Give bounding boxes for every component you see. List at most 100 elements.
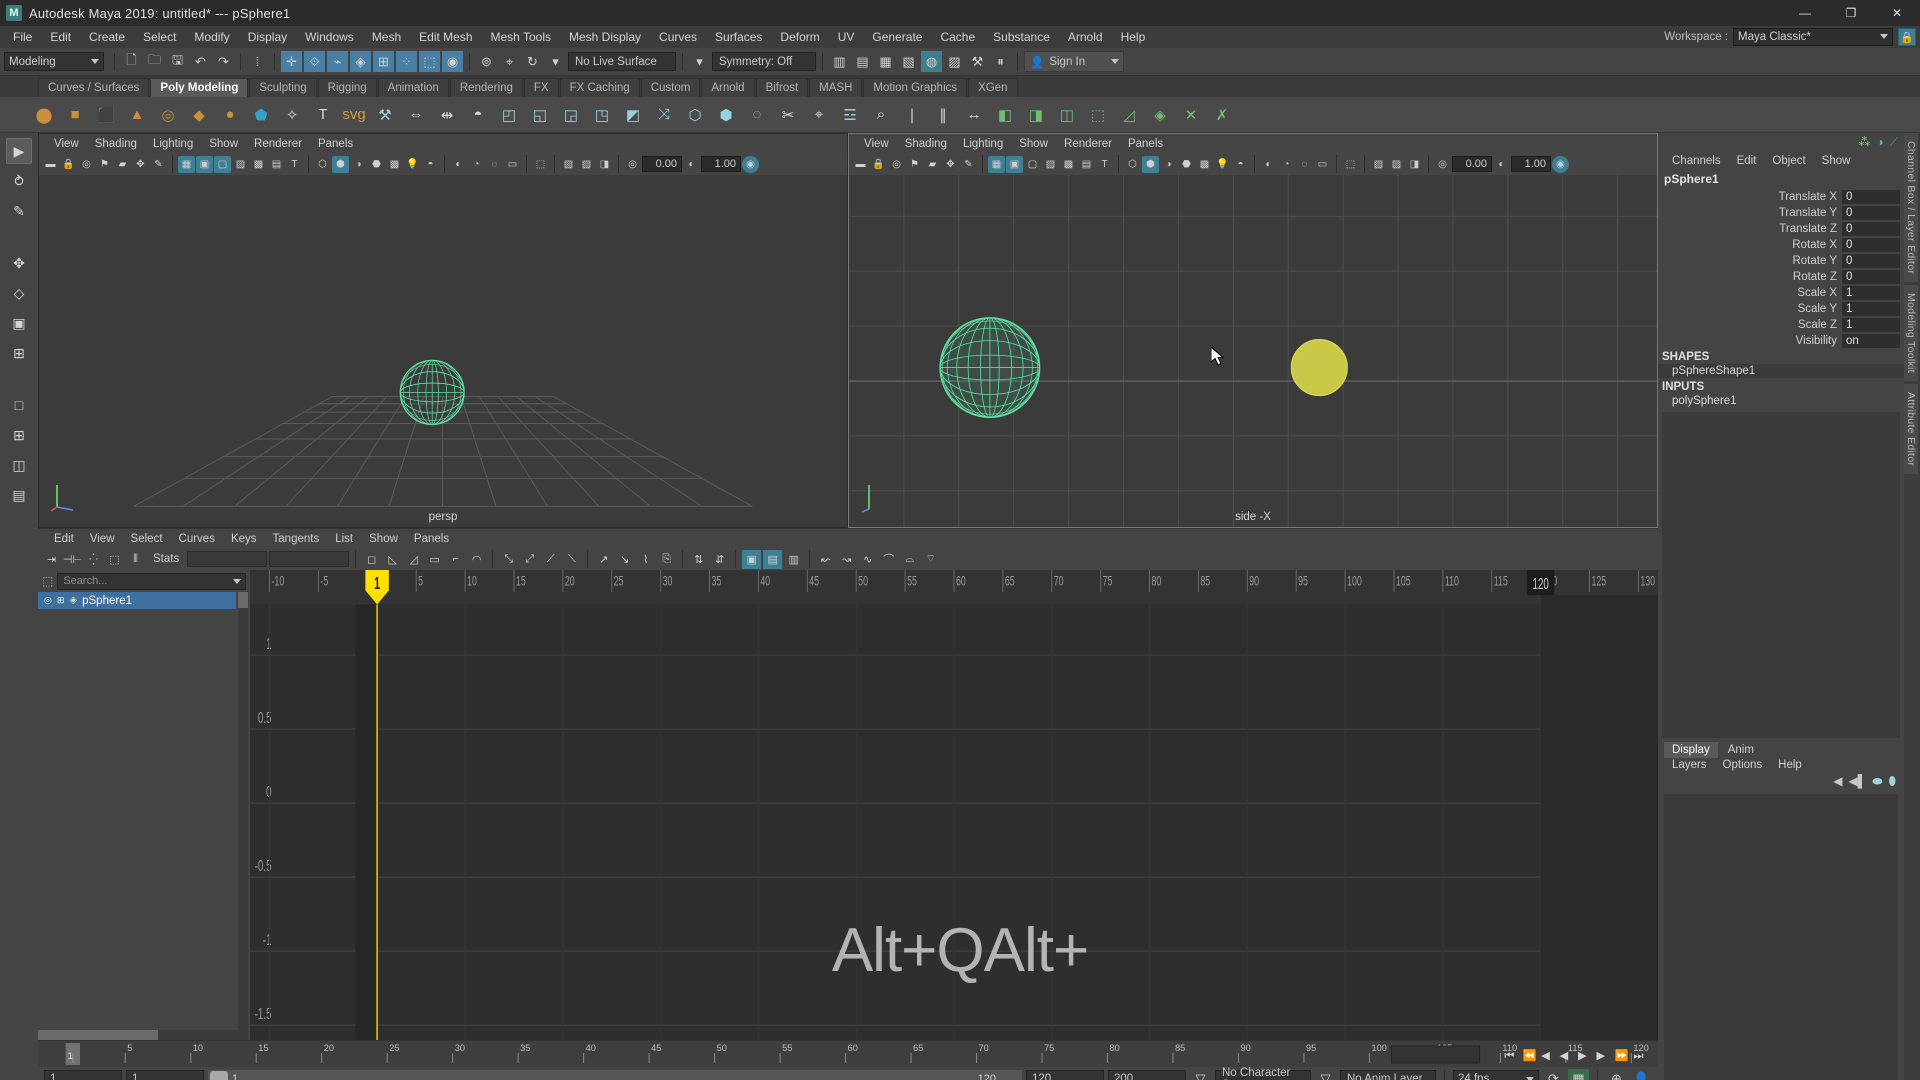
viewport-layout-four-icon[interactable]: ⊞ (6, 422, 32, 448)
channel-row[interactable]: Translate Y 0 (1658, 205, 1900, 220)
fill-hole-icon[interactable]: ◌ (743, 101, 771, 129)
graph-editor-menu-item-2[interactable]: Select (123, 533, 171, 545)
anim-layer-dropdown-icon[interactable]: ▽ (1315, 1069, 1336, 1080)
minimize-button[interactable]: — (1782, 0, 1828, 26)
gamma-icon[interactable]: ◐ (683, 156, 700, 173)
graph-editor-menu-item-8[interactable]: Panels (406, 533, 457, 545)
menu-set-select[interactable]: Modeling (4, 52, 104, 71)
layer-play-icon[interactable]: ◀▌ (1848, 774, 1866, 789)
wireframe-on-shaded-icon[interactable]: ⬣ (1178, 156, 1195, 173)
poly-torus-icon[interactable]: ◎ (154, 101, 182, 129)
select-component-icon[interactable]: ⌁ (327, 51, 348, 72)
xray-joints-icon[interactable]: ▨ (578, 156, 595, 173)
maximize-button[interactable]: ❐ (1828, 0, 1874, 26)
text-tool-icon[interactable]: T (309, 101, 337, 129)
wireframe-on-shaded-icon[interactable]: ⬣ (368, 156, 385, 173)
camera-attributes-icon[interactable]: ◎ (78, 156, 95, 173)
slide-edge-icon[interactable]: ↔ (960, 101, 988, 129)
grid-display-icon[interactable]: ▦ (988, 155, 1005, 173)
vertical-tab-modeling-toolkit[interactable]: Modeling Toolkit (1904, 285, 1918, 382)
anim-preferences-icon[interactable]: ⊕ (1606, 1069, 1627, 1080)
retime-tool-icon[interactable]: ⦀ (126, 550, 145, 569)
xray-icon[interactable]: ▧ (1370, 156, 1387, 173)
mirror-icon[interactable]: ◧ (991, 101, 1019, 129)
pre-infinity-icon[interactable]: ↜ (816, 550, 835, 569)
grease-pencil-icon[interactable]: ✎ (150, 156, 167, 173)
depth-of-field-icon[interactable]: ▭ (504, 156, 521, 173)
exposure-value[interactable]: 0.00 (1452, 156, 1492, 172)
hypershade-icon[interactable]: ◍ (921, 51, 942, 72)
viewport-side-menu-item-2[interactable]: Lighting (956, 138, 1010, 150)
poly-cone-icon[interactable]: ▲ (123, 101, 151, 129)
render-settings-icon[interactable]: ▧ (898, 51, 919, 72)
channel-value[interactable]: 0 (1842, 253, 1900, 268)
channel-row[interactable]: Scale Y 1 (1658, 301, 1900, 316)
menu-item-1[interactable]: Edit (41, 26, 80, 48)
poly-helix-icon[interactable]: ✧ (278, 101, 306, 129)
field-chart-icon[interactable]: ▩ (1060, 156, 1077, 173)
stacked-view-icon[interactable]: ▤ (763, 549, 783, 569)
auto-key-icon[interactable]: ▦ (1568, 1068, 1589, 1080)
close-button[interactable]: ✕ (1874, 0, 1920, 26)
anim-layer-field[interactable]: No Anim Layer (1340, 1070, 1436, 1080)
step-tangent-icon[interactable]: ⌐ (446, 550, 465, 569)
separate-icon[interactable]: ◱ (526, 101, 554, 129)
time-snap-icon[interactable]: ⇅ (689, 550, 708, 569)
absolute-view-icon[interactable]: ▣ (742, 549, 762, 569)
graph-editor-menu-item-3[interactable]: Curves (171, 533, 223, 545)
camera-attributes-icon[interactable]: ◎ (888, 156, 905, 173)
flat-tangent-icon[interactable]: ▭ (425, 550, 444, 569)
tree-item-psphere1[interactable]: ◎ ⊞ ◈ pSphere1 (38, 592, 236, 609)
poly-plane-icon[interactable]: ◆ (185, 101, 213, 129)
menu-item-8[interactable]: Edit Mesh (410, 26, 481, 48)
visibility-toggle-icon[interactable]: ◎ (44, 595, 52, 606)
gamma-value[interactable]: 1.00 (701, 156, 741, 172)
grease-pencil-icon[interactable]: ✎ (960, 156, 977, 173)
crease-icon[interactable]: ⌕ (867, 101, 895, 129)
range-start-field[interactable]: 1 (44, 1070, 122, 1080)
safe-action-icon[interactable]: ▤ (268, 156, 285, 173)
graph-editor-menu-item-6[interactable]: List (327, 533, 361, 545)
layer-menu-item-0[interactable]: Layers (1664, 758, 1715, 772)
combine-icon[interactable]: ◰ (495, 101, 523, 129)
texture-display-icon[interactable]: ▩ (386, 156, 403, 173)
layer-prev-icon[interactable]: ◀ (1833, 774, 1842, 789)
menu-item-11[interactable]: Curves (650, 26, 706, 48)
snapshot-icon[interactable]: ⎘ (657, 550, 676, 569)
graph-editor-menu-item-0[interactable]: Edit (46, 533, 82, 545)
viewport-persp-menu-item-5[interactable]: Panels (311, 138, 360, 150)
xray-active-components-icon[interactable]: ◨ (1406, 156, 1423, 173)
screen-space-ao-icon[interactable]: ◐ (1260, 156, 1277, 173)
menu-item-5[interactable]: Display (239, 26, 296, 48)
bridge-icon[interactable]: ⤨ (650, 101, 678, 129)
render-sequence-icon[interactable]: ▤ (852, 51, 873, 72)
retopo-icon[interactable]: ✕ (1177, 101, 1205, 129)
boolean-icon[interactable]: ◲ (557, 101, 585, 129)
range-slider-left-handle[interactable] (210, 1071, 228, 1080)
menu-item-18[interactable]: Arnold (1059, 26, 1112, 48)
smooth-shade-all-icon[interactable]: ⬢ (332, 155, 349, 173)
two-d-pan-zoom-icon[interactable]: ✥ (132, 156, 149, 173)
graph-icon[interactable]: ⟋ (1890, 135, 1898, 150)
fps-select[interactable]: 24 fps (1453, 1069, 1539, 1080)
make-live-icon[interactable]: ↻ (522, 51, 543, 72)
menu-item-9[interactable]: Mesh Tools (482, 26, 560, 48)
isolate-select-icon[interactable]: ⬚ (1342, 156, 1359, 173)
menu-item-17[interactable]: Substance (984, 26, 1059, 48)
character-set-field[interactable]: No Character Set (1215, 1067, 1311, 1080)
menu-item-19[interactable]: Help (1112, 26, 1155, 48)
lasso-tool-icon[interactable]: ⥁ (6, 168, 32, 194)
filter-icon[interactable]: ⬚ (42, 574, 53, 588)
graph-editor-curve-area[interactable]: -10 -5 0 5 10 15 20 25 30 35 40 45 50 55 60 65 70 75 80 85 9… (250, 570, 1658, 1040)
vertical-tab-channel-box-layer-editor[interactable]: Channel Box / Layer Editor (1904, 133, 1918, 283)
connect-icon[interactable]: ☲ (836, 101, 864, 129)
viewport-persp-menu-item-1[interactable]: Shading (88, 138, 144, 150)
open-file-icon[interactable]: 🗀 (144, 51, 165, 72)
use-all-lights-icon[interactable]: 💡 (1214, 156, 1231, 173)
motion-blur-icon[interactable]: ◔ (468, 156, 485, 173)
insert-edge-loop-icon[interactable]: ∣ (898, 101, 926, 129)
chevron-down-icon[interactable]: ▾ (545, 51, 566, 72)
cleanup-icon[interactable]: ✗ (1208, 101, 1236, 129)
shelf-tab-fx[interactable]: FX (523, 78, 559, 97)
anim-start-field[interactable]: 120 (1026, 1070, 1104, 1080)
